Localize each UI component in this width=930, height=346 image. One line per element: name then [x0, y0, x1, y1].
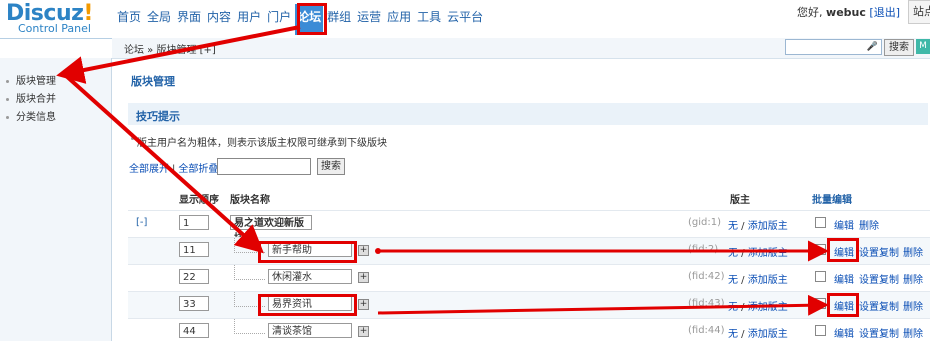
arrow-to-edit-link	[377, 294, 829, 316]
arrow-start-dot	[375, 248, 381, 254]
arrow-to-sidebar	[56, 25, 301, 84]
annotation-arrows	[56, 25, 829, 316]
arrow-to-forum-name	[62, 72, 264, 254]
